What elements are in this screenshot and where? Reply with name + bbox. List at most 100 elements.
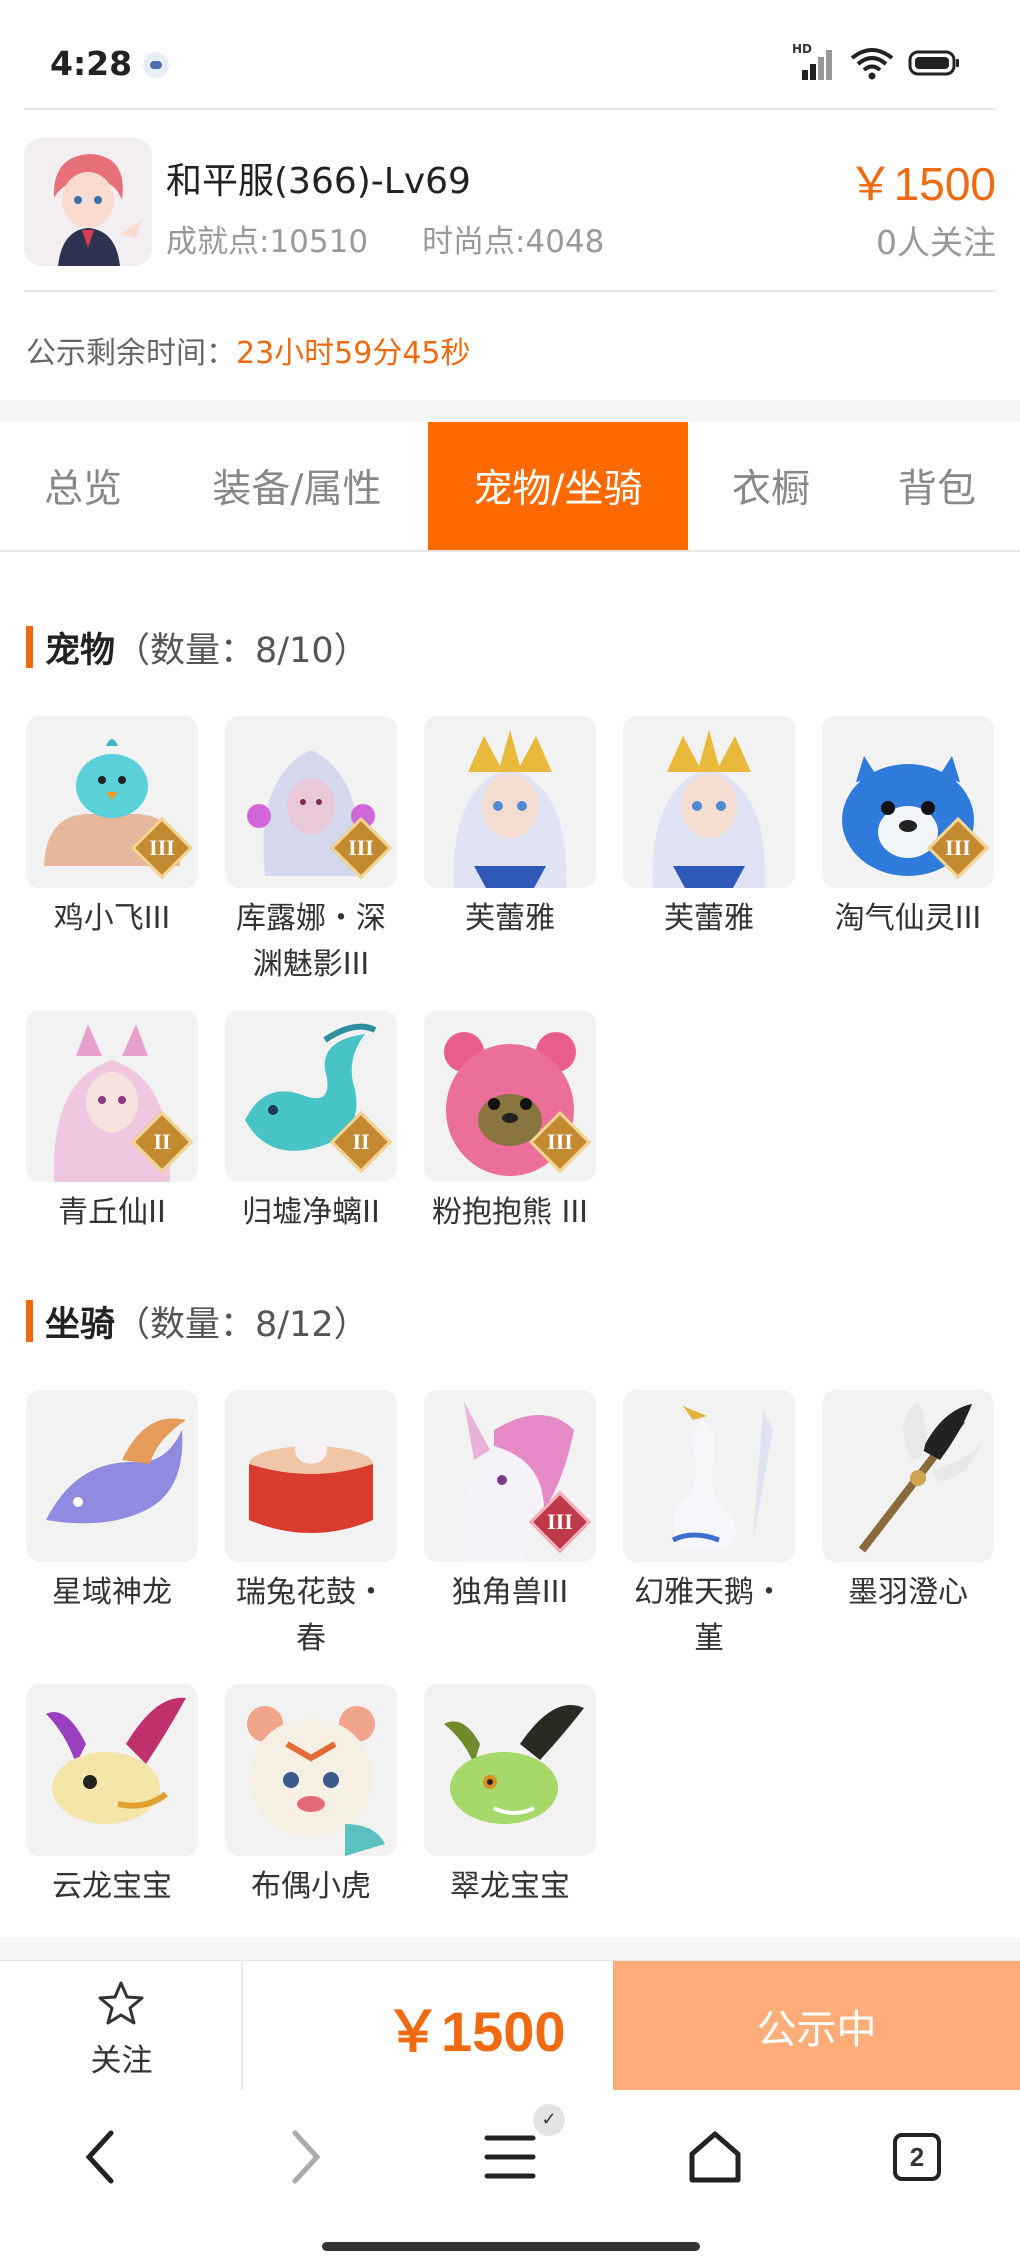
divider bbox=[24, 290, 996, 292]
signal-icon: HD bbox=[792, 42, 836, 80]
fox-fairy-pet-icon: II bbox=[26, 1010, 198, 1182]
tab-bar: 总览 装备/属性 宠物/坐骑 衣橱 背包 bbox=[0, 422, 1020, 552]
rank-badge: II bbox=[352, 1129, 370, 1154]
pet-name: 粉抱抱熊 III bbox=[431, 1195, 589, 1230]
follower-count: 0人关注 bbox=[876, 223, 996, 262]
back-button[interactable] bbox=[56, 2112, 146, 2202]
mounts-count: （数量：8/12） bbox=[115, 1304, 369, 1345]
tab-wardrobe[interactable]: 衣橱 bbox=[688, 422, 854, 550]
tab-pets-mounts[interactable]: 宠物/坐骑 bbox=[428, 422, 688, 550]
mount-name: 独角兽III bbox=[451, 1575, 569, 1610]
pet-item[interactable]: II 归墟净螭II bbox=[225, 1010, 397, 1236]
freya-pet-icon bbox=[424, 716, 596, 888]
tiger-doll-mount-icon bbox=[225, 1684, 397, 1856]
rabbit-drum-mount-icon bbox=[225, 1390, 397, 1562]
star-dragon-mount-icon bbox=[26, 1390, 198, 1562]
pet-item[interactable]: III 库露娜・深渊魅影III bbox=[225, 716, 397, 988]
home-icon bbox=[689, 2131, 741, 2183]
mount-item[interactable]: 云龙宝宝 bbox=[26, 1684, 198, 1910]
pets-mounts-panel: 宠物 （数量：8/10） III 鸡小飞III III 库露娜・深渊魅影III 芙… bbox=[0, 552, 1020, 1937]
network-type-label: HD bbox=[792, 42, 813, 56]
check-icon: ✓ bbox=[533, 2104, 565, 2136]
mount-name: 云龙宝宝 bbox=[52, 1869, 172, 1904]
pet-item[interactable]: 芙蕾雅 bbox=[623, 716, 795, 942]
blue-dog-pet-icon: III bbox=[822, 716, 994, 888]
jade-dragon-mount-icon bbox=[424, 1684, 596, 1856]
pet-name: 淘气仙灵III bbox=[834, 901, 982, 936]
tab-count: 2 bbox=[893, 2133, 941, 2181]
home-button[interactable] bbox=[670, 2112, 760, 2202]
feather-sword-mount-icon bbox=[822, 1390, 994, 1562]
tab-overview[interactable]: 总览 bbox=[0, 422, 166, 550]
pet-item[interactable]: II 青丘仙II bbox=[26, 1010, 198, 1236]
mount-name: 墨羽澄心 bbox=[848, 1575, 968, 1610]
rank-badge: III bbox=[547, 1509, 573, 1534]
mount-item[interactable]: III 独角兽III bbox=[424, 1390, 596, 1616]
mount-name: 星域神龙 bbox=[52, 1575, 172, 1610]
tabs-button[interactable]: 2 bbox=[872, 2112, 962, 2202]
menu-icon bbox=[484, 2135, 536, 2179]
bottom-action-bar: 关注 ￥1500 公示中 bbox=[0, 1960, 1020, 2091]
countdown: 公示剩余时间：23小时59分45秒 bbox=[26, 328, 471, 372]
freya-pet-icon bbox=[623, 716, 795, 888]
tab-backpack[interactable]: 背包 bbox=[854, 422, 1020, 550]
pink-bear-pet-icon: III bbox=[424, 1010, 596, 1182]
chevron-left-icon bbox=[85, 2130, 114, 2184]
mount-name: 幻雅天鹅・堇 bbox=[634, 1575, 784, 1656]
rank-badge: III bbox=[945, 835, 971, 860]
mounts-section-title: 坐骑 （数量：8/12） bbox=[26, 1298, 369, 1345]
home-indicator[interactable] bbox=[322, 2242, 700, 2251]
wifi-icon bbox=[850, 46, 894, 80]
publicity-status-button[interactable]: 公示中 bbox=[613, 1961, 1020, 2091]
browser-nav-bar: ✓ 2 bbox=[0, 2090, 1020, 2267]
status-time: 4:28 bbox=[50, 44, 133, 83]
mount-item[interactable]: 布偶小虎 bbox=[225, 1684, 397, 1910]
mount-item[interactable]: 星域神龙 bbox=[26, 1390, 198, 1616]
kuluna-pet-icon: III bbox=[225, 716, 397, 888]
status-bar: 4:28 HD bbox=[0, 0, 1020, 110]
pet-item[interactable]: III 粉抱抱熊 III bbox=[424, 1010, 596, 1236]
rank-badge: II bbox=[153, 1129, 171, 1154]
mount-item[interactable]: 幻雅天鹅・堇 bbox=[623, 1390, 795, 1662]
battery-icon bbox=[908, 50, 960, 76]
server-level: 和平服(366)-Lv69 bbox=[166, 161, 471, 202]
rank-badge: III bbox=[348, 835, 374, 860]
pets-count: （数量：8/10） bbox=[115, 630, 369, 671]
pets-section-title: 宠物 （数量：8/10） bbox=[26, 624, 369, 671]
follow-label: 关注 bbox=[90, 2043, 153, 2079]
fashion-points: 时尚点:4048 bbox=[422, 224, 605, 260]
rank-badge: III bbox=[547, 1129, 573, 1154]
follow-button[interactable]: 关注 bbox=[0, 1961, 243, 2091]
unicorn-mount-icon: III bbox=[424, 1390, 596, 1562]
pet-name: 归墟净螭II bbox=[242, 1195, 380, 1230]
pets-title: 宠物 bbox=[45, 630, 116, 671]
forward-button[interactable] bbox=[260, 2112, 350, 2202]
pet-name: 鸡小飞III bbox=[53, 901, 171, 936]
listing-header: 和平服(366)-Lv69 成就点:10510 时尚点:4048 ￥1500 0… bbox=[0, 110, 1020, 400]
cloud-dragon-mount-icon bbox=[26, 1684, 198, 1856]
mount-item[interactable]: 墨羽澄心 bbox=[822, 1390, 994, 1616]
pet-item[interactable]: III 淘气仙灵III bbox=[822, 716, 994, 942]
pet-name: 库露娜・深渊魅影III bbox=[236, 901, 386, 982]
countdown-value: 23小时59分45秒 bbox=[236, 336, 471, 371]
mount-name: 瑞兔花鼓・春 bbox=[236, 1575, 386, 1656]
pet-name: 青丘仙II bbox=[58, 1195, 166, 1230]
mount-item[interactable]: 翠龙宝宝 bbox=[424, 1684, 596, 1910]
pet-item[interactable]: 芙蕾雅 bbox=[424, 716, 596, 942]
chick-pet-icon: III bbox=[26, 716, 198, 888]
mounts-title: 坐骑 bbox=[45, 1304, 116, 1345]
menu-button[interactable]: ✓ bbox=[465, 2104, 565, 2202]
dragon-pet-icon: II bbox=[225, 1010, 397, 1182]
star-icon bbox=[96, 1979, 146, 2033]
pet-item[interactable]: III 鸡小飞III bbox=[26, 716, 198, 942]
countdown-label: 公示剩余时间： bbox=[26, 336, 236, 371]
price: ￥1500 bbox=[847, 158, 996, 210]
achievement-points: 成就点:10510 bbox=[166, 224, 369, 260]
tab-equipment[interactable]: 装备/属性 bbox=[166, 422, 428, 550]
mount-name: 布偶小虎 bbox=[251, 1869, 371, 1904]
mount-item[interactable]: 瑞兔花鼓・春 bbox=[225, 1390, 397, 1662]
pet-name: 芙蕾雅 bbox=[664, 901, 754, 936]
avatar bbox=[24, 138, 152, 266]
chevron-right-icon bbox=[292, 2130, 321, 2184]
bottom-price: ￥1500 bbox=[385, 2000, 566, 2063]
